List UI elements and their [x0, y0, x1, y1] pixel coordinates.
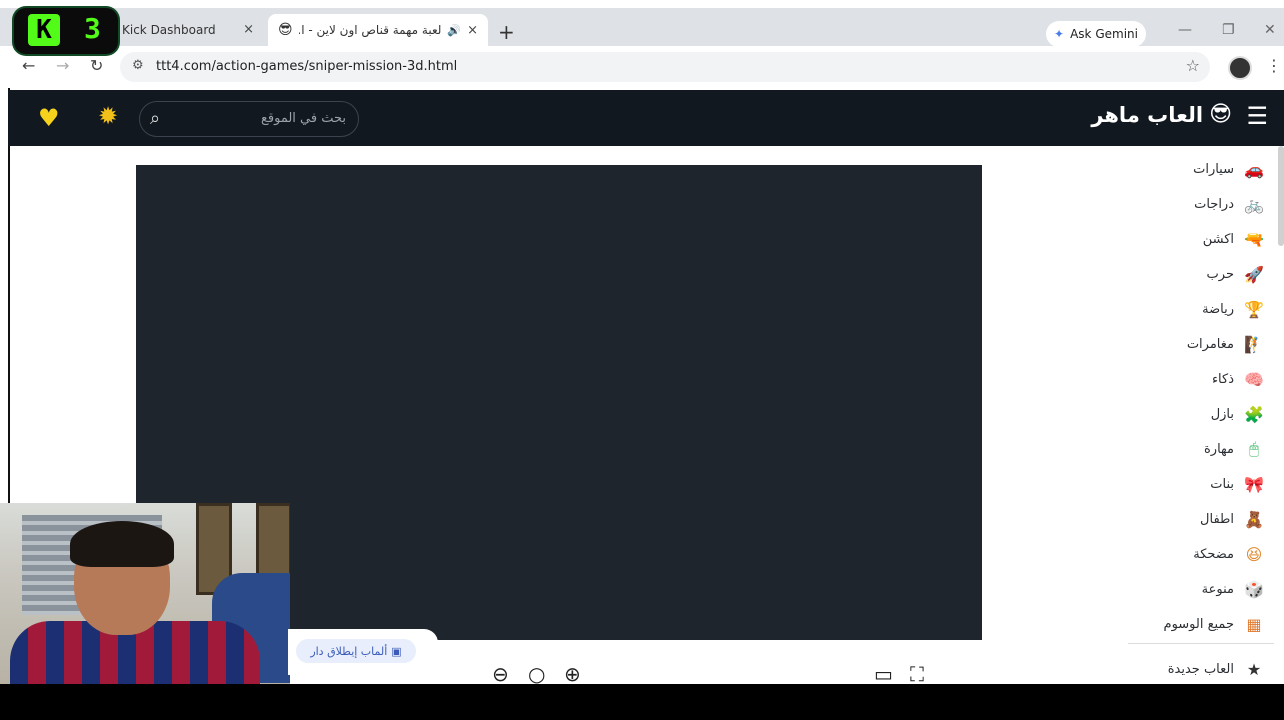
back-button[interactable]: ← — [22, 56, 35, 75]
category-label: منوعة — [1201, 581, 1234, 597]
reload-button[interactable]: ↻ — [90, 56, 103, 75]
close-icon[interactable]: × — [243, 22, 254, 37]
gemini-icon: ✦ — [1054, 27, 1065, 41]
category-item[interactable]: 🚀 حرب — [1207, 259, 1264, 289]
category-label: اكشن — [1202, 231, 1234, 247]
heart-icon[interactable]: ♥ — [38, 104, 60, 132]
hamburger-menu-icon[interactable]: ☰ — [1246, 102, 1268, 130]
category-icon: 🧗 — [1244, 334, 1264, 354]
category-label: مضحكة — [1193, 546, 1234, 562]
profile-avatar[interactable] — [1228, 56, 1252, 80]
logo-emoji-icon: 😎 — [1209, 102, 1232, 127]
tab-sniper-game[interactable]: 😎 لعبة مهمة قناص اون لاين - ا... 🔊 × — [268, 14, 488, 46]
category-item[interactable]: 🎲 منوعة — [1202, 574, 1264, 604]
category-label: ذكاء — [1211, 371, 1234, 387]
category-item[interactable]: 🎀 بنات — [1210, 469, 1264, 499]
site-logo[interactable]: 😎 العاب ماهر — [1091, 102, 1232, 127]
tag-text: ألماب إيطلاق دار — [310, 644, 388, 658]
category-icon: 🏆 — [1244, 299, 1264, 319]
search-icon[interactable]: ⌕ — [150, 108, 160, 129]
restore-button[interactable]: ❐ — [1222, 22, 1235, 38]
scrollbar[interactable] — [1278, 146, 1284, 246]
kick-overlay-badge: K 3 — [14, 8, 118, 54]
category-icon: 🔫 — [1244, 229, 1264, 249]
kick-counter: 3 — [84, 12, 101, 45]
category-label: رياضة — [1202, 301, 1234, 317]
category-icon: 🚗 — [1244, 159, 1264, 179]
forward-button[interactable]: → — [56, 56, 69, 75]
category-label: دراجات — [1194, 196, 1234, 212]
category-icon: 🖱 — [1249, 439, 1259, 458]
category-item[interactable]: 🧩 بازل — [1211, 399, 1264, 429]
minimize-button[interactable]: — — [1178, 22, 1192, 38]
ask-gemini-button[interactable]: ✦ Ask Gemini — [1046, 21, 1146, 47]
category-icon: 🎀 — [1244, 474, 1264, 494]
tab-title: لعبة مهمة قناص اون لاين - ا... — [298, 23, 442, 37]
browser-window: Kick Dashboard × 😎 لعبة مهمة قناص اون لا… — [0, 0, 1284, 684]
url-text[interactable]: ttt4.com/action-games/sniper-mission-3d.… — [156, 59, 457, 74]
tab-strip: Kick Dashboard × 😎 لعبة مهمة قناص اون لا… — [0, 8, 1284, 47]
favicon-icon: 😎 — [278, 22, 293, 38]
menu-divider — [1128, 643, 1274, 644]
browser-toolbar: ← → ↻ ⚙ ttt4.com/action-games/sniper-mis… — [0, 46, 1284, 88]
close-icon[interactable]: × — [467, 23, 478, 38]
stream-tag: ▣ ألماب إيطلاق دار — [288, 629, 438, 675]
category-item[interactable]: 🚗 سيارات — [1193, 154, 1264, 184]
zoom-out-icon[interactable]: ⊖ — [492, 662, 509, 684]
category-item[interactable]: 😆 مضحكة — [1193, 539, 1264, 569]
menu-icon[interactable]: ⋮ — [1266, 56, 1282, 75]
tag-icon: ▣ — [391, 644, 402, 658]
category-label: بازل — [1210, 406, 1234, 422]
address-bar[interactable]: ⚙ ttt4.com/action-games/sniper-mission-3… — [120, 52, 1210, 82]
logo-text: العاب ماهر — [1091, 102, 1204, 127]
stream-tag-pill: ▣ ألماب إيطلاق دار — [296, 639, 416, 663]
category-icon: 😆 — [1245, 544, 1263, 564]
site-header: ♥ ✹ ⌕ بحث في الموقع 😎 العاب ماهر ☰ — [8, 90, 1284, 146]
zoom-in-icon[interactable]: ⊕ — [564, 662, 581, 684]
site-search-input[interactable]: ⌕ بحث في الموقع — [139, 101, 359, 137]
category-icon: 🚲 — [1244, 194, 1264, 214]
kick-logo-icon: K — [28, 14, 60, 46]
category-item[interactable]: ★ العاب جديدة — [1168, 654, 1264, 684]
new-tab-button[interactable]: + — [498, 20, 515, 44]
category-item[interactable]: 🖱 مهارة — [1204, 434, 1264, 464]
category-item[interactable]: 🔫 اكشن — [1203, 224, 1264, 254]
category-icon: 🚀 — [1244, 264, 1264, 284]
close-window-button[interactable]: ✕ — [1264, 22, 1276, 38]
category-item[interactable]: 🧠 ذكاء — [1212, 364, 1264, 394]
speaker-icon[interactable]: 🔊 — [447, 24, 461, 37]
tab-title: Kick Dashboard — [122, 23, 216, 37]
letterbox-bar — [0, 684, 1284, 720]
zoom-reset-icon[interactable]: ○ — [528, 662, 545, 684]
category-icon: 🧠 — [1244, 369, 1264, 389]
webcam-overlay — [0, 503, 290, 684]
category-label: حرب — [1206, 266, 1234, 282]
category-label: اطفال — [1200, 511, 1234, 527]
category-label: مغامرات — [1186, 336, 1234, 352]
streamer-hair — [70, 521, 174, 567]
category-label: جميع الوسوم — [1163, 616, 1234, 632]
category-label: سيارات — [1193, 161, 1234, 177]
category-item[interactable]: 🏆 رياضة — [1202, 294, 1264, 324]
bookmark-star-icon[interactable]: ☆ — [1186, 56, 1200, 75]
category-label: العاب جديدة — [1167, 661, 1234, 677]
category-icon: 🧸 — [1244, 509, 1264, 529]
category-item[interactable]: 🧗 مغامرات — [1187, 329, 1264, 359]
ask-gemini-label: Ask Gemini — [1070, 27, 1138, 41]
category-icon: 🎲 — [1244, 579, 1264, 599]
fullscreen-icon[interactable]: ⛶ — [910, 662, 924, 684]
category-label: مهارة — [1203, 441, 1234, 457]
search-placeholder: بحث في الموقع — [260, 111, 346, 126]
category-icon: ▦ — [1246, 614, 1262, 634]
category-item[interactable]: 🚲 دراجات — [1194, 189, 1264, 219]
category-item[interactable]: 🧸 اطفال — [1200, 504, 1264, 534]
category-icon: 🧩 — [1244, 404, 1264, 424]
category-item[interactable]: ▦ جميع الوسوم — [1164, 609, 1264, 639]
site-info-icon[interactable]: ⚙ — [132, 58, 144, 73]
sun-icon[interactable]: ✹ — [98, 102, 118, 130]
tab-kick-dashboard[interactable]: Kick Dashboard × — [112, 14, 264, 46]
category-label: بنات — [1210, 476, 1234, 492]
category-icon: ★ — [1246, 659, 1262, 679]
window-mode-icon[interactable]: ▭ — [874, 662, 893, 684]
